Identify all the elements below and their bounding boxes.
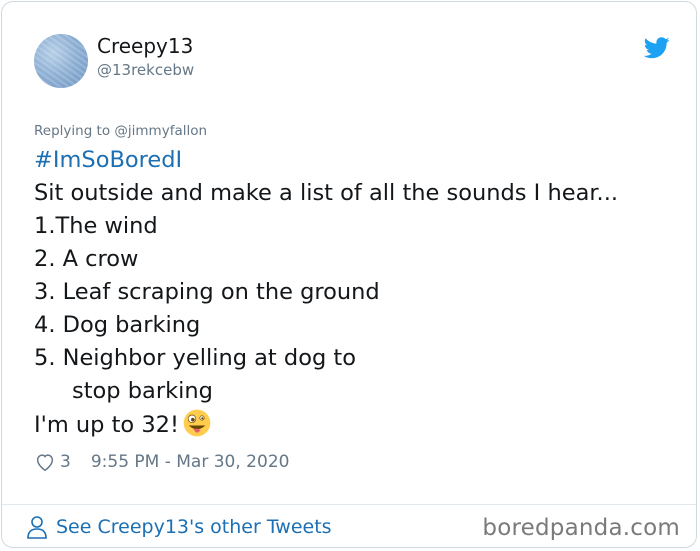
display-name[interactable]: Creepy13	[97, 34, 193, 58]
timestamp[interactable]: 9:55 PM - Mar 30, 2020	[91, 452, 290, 472]
tweet-line: 1.The wind	[34, 213, 158, 239]
tweet-line: 2. A crow	[34, 246, 139, 272]
tweet-text: #ImSoBoredI Sit outside and make a list …	[34, 144, 674, 442]
watermark: boredpanda.com	[482, 515, 680, 541]
tweet-line: 5. Neighbor yelling at dog to	[34, 345, 356, 371]
person-icon	[27, 516, 47, 539]
twitter-bird-icon[interactable]	[644, 37, 670, 59]
tweet-line: Sit outside and make a list of all the s…	[34, 180, 619, 206]
see-other-tweets-link[interactable]: See Creepy13's other Tweets	[26, 515, 332, 539]
tweet-line: stop barking	[72, 378, 213, 404]
tweet-line: 3. Leaf scraping on the ground	[34, 279, 380, 305]
tweet-line-text: I'm up to 32!	[34, 412, 179, 438]
reply-context[interactable]: Replying to @jimmyfallon	[34, 123, 207, 139]
user-handle[interactable]: @13rekcebw	[97, 61, 194, 79]
tweet-meta: 3 9:55 PM - Mar 30, 2020	[34, 451, 289, 473]
zany-face-emoji	[183, 409, 211, 437]
tweet-line-last: I'm up to 32!	[34, 408, 674, 442]
see-other-tweets-label[interactable]: See Creepy13's other Tweets	[56, 516, 332, 538]
hashtag-link[interactable]: #ImSoBoredI	[34, 144, 674, 177]
tweet-line: 4. Dog barking	[34, 312, 201, 338]
like-count: 3	[60, 452, 71, 472]
heart-icon[interactable]	[34, 451, 56, 473]
divider	[2, 504, 696, 505]
tweet-card: Creepy13 @13rekcebw Replying to @jimmyfa…	[1, 1, 697, 548]
avatar[interactable]	[34, 34, 88, 88]
